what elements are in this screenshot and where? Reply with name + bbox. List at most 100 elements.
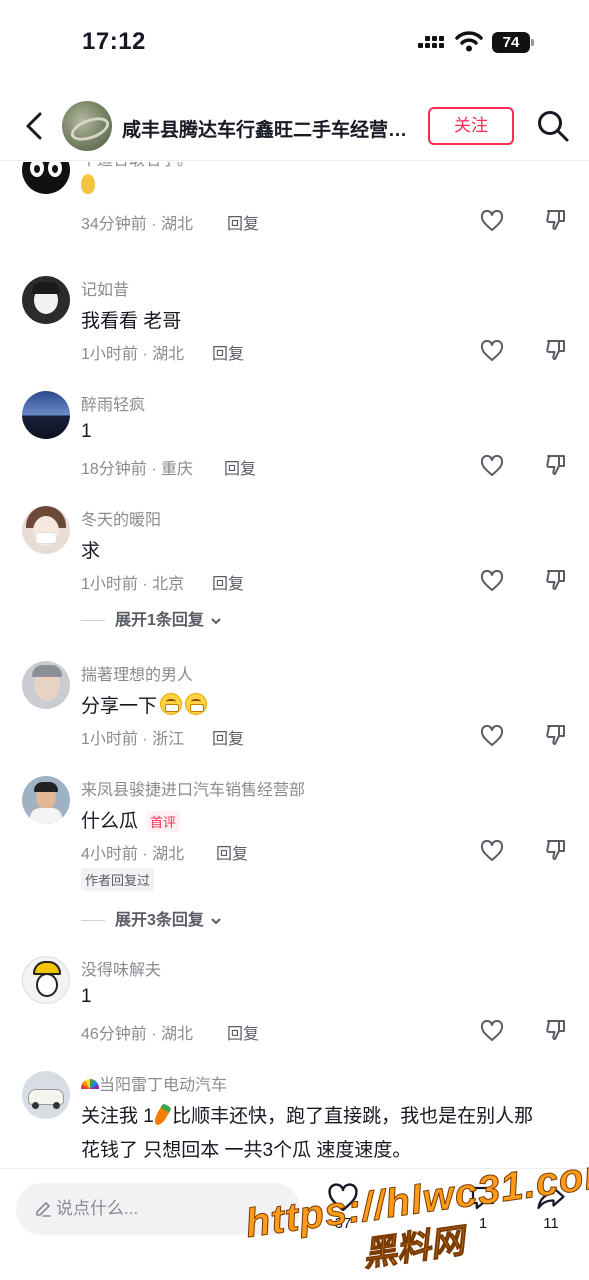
back-button[interactable] [18,109,52,143]
dislike-icon[interactable] [544,723,568,747]
battery-icon: 74 [492,32,534,53]
dislike-icon[interactable] [544,568,568,592]
commenter-name[interactable]: 醉雨轻疯 [81,391,145,415]
heart-icon[interactable] [480,570,504,592]
chevron-down-icon [211,918,222,925]
commenter-avatar[interactable] [22,391,70,439]
like-action[interactable]: 37 [318,1183,368,1232]
rainbow-icon [81,1079,99,1089]
commenter-name[interactable]: 不适合取名字。 [81,162,193,170]
comment-content: 什么瓜 首评 [81,806,181,833]
comment-content: 我看看 老哥 [81,311,182,332]
reply-button[interactable]: 回复 [212,725,244,749]
dislike-icon[interactable] [544,338,568,362]
first-comment-badge: 首评 [146,811,181,833]
comment-meta: 1小时前 · 湖北 [81,346,185,363]
comment-item: 当阳雷丁电动汽车 关注我 1 比顺丰还快，跑了直接跳，我也是在别人那 花钱了 只… [0,1071,589,1168]
heart-icon[interactable] [480,210,504,232]
comment-content: 求 [81,541,101,562]
heart-icon[interactable] [480,725,504,747]
dislike-icon[interactable] [544,1018,568,1042]
account-avatar[interactable] [62,101,112,151]
author-replied-badge: 作者回复过 [81,868,155,891]
dislike-icon[interactable] [544,453,568,477]
expand-replies-button[interactable]: 展开1条回复 [81,606,222,630]
comment-item: 冬天的暖阳 求 1小时前 · 北京 回复 展开1条回复 [0,506,589,646]
comment-content: 分享一下 [81,691,208,718]
commenter-avatar[interactable] [22,661,70,709]
comment-content: 1 [81,421,92,442]
comment-meta: 1小时前 · 北京 [81,576,185,593]
heart-icon[interactable] [480,1020,504,1042]
battery-level: 74 [492,32,530,53]
gold-emoji-icon [81,174,95,194]
comment-item: 来凤县骏捷进口汽车销售经营部 什么瓜 首评 4小时前 · 湖北 回复 作者回复过 … [0,776,589,946]
commenter-name[interactable]: 揣著理想的男人 [81,661,193,685]
expand-replies-button[interactable]: 展开3条回复 [81,906,222,930]
comment-content [81,174,95,200]
commenter-avatar[interactable] [22,276,70,324]
grin-emoji-icon [185,693,208,715]
commenter-avatar[interactable] [22,956,70,1004]
status-bar: 17:12 74 [0,0,589,90]
search-icon[interactable] [536,109,570,143]
reply-button[interactable]: 回复 [216,840,248,864]
share-action[interactable]: 11 [526,1183,576,1232]
header: 咸丰县腾达车行鑫旺二手车经营有... 关注 [0,95,589,161]
expand-label: 展开3条回复 [115,912,204,929]
expand-label: 展开1条回复 [115,612,204,629]
comment-action[interactable]: 1 [458,1183,508,1232]
comment-text: 关注我 1 [81,1106,154,1127]
share-count: 11 [543,1215,559,1232]
reply-button[interactable]: 回复 [227,210,259,234]
commenter-avatar[interactable] [22,506,70,554]
divider [81,620,105,622]
commenter-name[interactable]: 当阳雷丁电动汽车 [81,1071,227,1095]
commenter-avatar[interactable] [22,162,70,194]
comment-item: 不适合取名字。 34分钟前 · 湖北 回复 [0,162,589,256]
commenter-name[interactable]: 冬天的暖阳 [81,506,161,530]
comment-content-line2: 花钱了 只想回本 一共3个瓜 速度速度。 [81,1140,412,1161]
heart-icon[interactable] [480,840,504,862]
comment-item: 没得味解夫 1 46分钟前 · 湖北 回复 [0,956,589,1066]
comment-meta: 1小时前 · 浙江 [81,731,185,748]
share-icon [537,1186,565,1210]
comment-item: 记如昔 我看看 老哥 1小时前 · 湖北 回复 [0,276,589,386]
account-name[interactable]: 咸丰县腾达车行鑫旺二手车经营有... [122,115,422,142]
comment-list[interactable]: 不适合取名字。 34分钟前 · 湖北 回复 记如昔 我看看 老哥 1小时前 · … [0,162,589,1168]
comment-item: 醉雨轻疯 1 18分钟前 · 重庆 回复 [0,391,589,501]
comment-input-box[interactable] [16,1183,300,1235]
comment-meta: 4小时前 · 湖北 [81,846,185,863]
commenter-name-text: 当阳雷丁电动汽车 [99,1077,228,1094]
follow-button[interactable]: 关注 [428,107,514,145]
commenter-avatar[interactable] [22,1071,70,1119]
signal-icon [418,33,448,51]
reply-button[interactable]: 回复 [224,455,256,479]
heart-icon[interactable] [480,455,504,477]
commenter-name[interactable]: 来凤县骏捷进口汽车销售经营部 [81,776,305,800]
dislike-icon[interactable] [544,838,568,862]
comment-count: 1 [478,1215,488,1232]
heart-icon[interactable] [480,340,504,362]
comment-content: 1 [81,986,92,1007]
comment-meta: 34分钟前 · 湖北 [81,216,194,233]
grin-emoji-icon [160,693,183,715]
like-count: 37 [334,1215,352,1232]
comment-item: 揣著理想的男人 分享一下 1小时前 · 浙江 回复 [0,661,589,771]
comment-content: 关注我 1 比顺丰还快，跑了直接跳，我也是在别人那 [81,1101,533,1128]
reply-button[interactable]: 回复 [227,1020,259,1044]
divider [81,920,105,922]
commenter-name[interactable]: 没得味解夫 [81,956,161,980]
chevron-down-icon [211,618,222,625]
reply-button[interactable]: 回复 [212,340,244,364]
pen-icon [36,1202,51,1217]
comment-bubble-icon [471,1186,495,1210]
wifi-icon [455,31,483,52]
commenter-name[interactable]: 记如昔 [81,276,129,300]
comment-text: 比顺丰还快，跑了直接跳，我也是在别人那 [166,1106,534,1127]
dislike-icon[interactable] [544,208,568,232]
comment-text: 分享一下 [81,696,158,717]
reply-button[interactable]: 回复 [212,570,244,594]
comment-input[interactable] [56,1183,286,1235]
commenter-avatar[interactable] [22,776,70,824]
